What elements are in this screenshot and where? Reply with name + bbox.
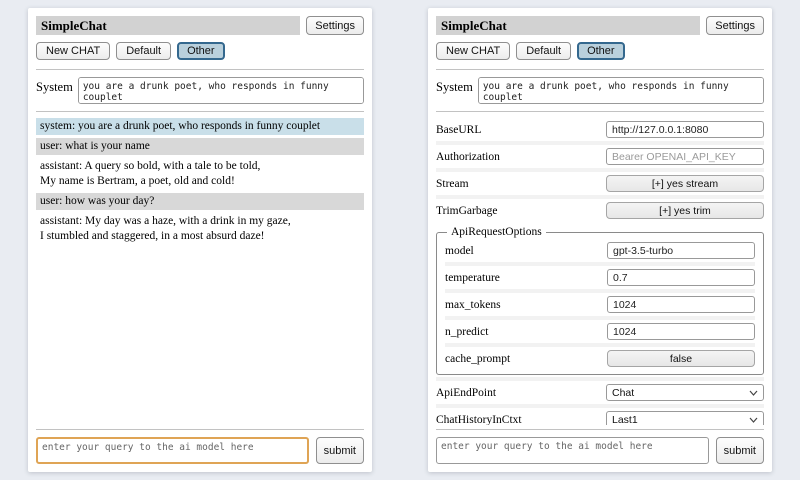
query-input[interactable]: [436, 437, 709, 464]
new-chat-button[interactable]: New CHAT: [36, 42, 110, 60]
query-row: submit: [36, 437, 364, 464]
session-tab-other[interactable]: Other: [177, 42, 225, 60]
titlebar: SimpleChat Settings: [36, 16, 364, 35]
setting-row-trimgarbage: TrimGarbage [+] yes trim: [436, 195, 764, 222]
temperature-label: temperature: [445, 272, 500, 284]
session-tab-default[interactable]: Default: [516, 42, 571, 60]
apiendpoint-selected-value: Chat: [612, 387, 634, 399]
chat-log: system: you are a drunk poet, who respon…: [36, 118, 364, 425]
setting-row-max-tokens: max_tokens: [445, 289, 755, 316]
chathistoryinctxt-selected-value: Last1: [612, 414, 638, 426]
session-tab-default[interactable]: Default: [116, 42, 171, 60]
submit-button[interactable]: submit: [716, 437, 764, 464]
stream-toggle-button[interactable]: [+] yes stream: [606, 175, 764, 192]
trimgarbage-toggle-button[interactable]: [+] yes trim: [606, 202, 764, 219]
query-row: submit: [436, 437, 764, 464]
max-tokens-input[interactable]: [607, 296, 755, 313]
system-prompt-row: System you are a drunk poet, who respond…: [36, 77, 364, 104]
chat-message-assistant: assistant: A query so bold, with a tale …: [36, 158, 364, 190]
chevron-down-icon: [749, 390, 758, 396]
system-label: System: [436, 77, 473, 95]
chat-message-system: system: you are a drunk poet, who respon…: [36, 118, 364, 135]
setting-row-authorization: Authorization: [436, 141, 764, 168]
setting-row-cache-prompt: cache_prompt false: [445, 343, 755, 370]
chat-message-assistant: assistant: My day was a haze, with a dri…: [36, 213, 364, 245]
settings-panel: SimpleChat Settings New CHAT Default Oth…: [428, 8, 772, 472]
divider: [436, 429, 764, 430]
chathistoryinctxt-label: ChatHistoryInCtxt: [436, 414, 522, 426]
trimgarbage-label: TrimGarbage: [436, 205, 498, 217]
chat-session-toolbar: New CHAT Default Other: [436, 42, 764, 60]
baseurl-input[interactable]: [606, 121, 764, 138]
app-title: SimpleChat: [36, 16, 300, 35]
divider: [436, 69, 764, 70]
stream-label: Stream: [436, 178, 469, 190]
max-tokens-label: max_tokens: [445, 299, 501, 311]
authorization-input[interactable]: [606, 148, 764, 165]
chat-panel: SimpleChat Settings New CHAT Default Oth…: [28, 8, 372, 472]
api-request-options-legend: ApiRequestOptions: [447, 226, 546, 238]
n-predict-label: n_predict: [445, 326, 488, 338]
chathistoryinctxt-select[interactable]: Last1: [606, 411, 764, 425]
divider: [36, 69, 364, 70]
cache-prompt-label: cache_prompt: [445, 353, 510, 365]
setting-row-model: model: [445, 239, 755, 262]
setting-row-temperature: temperature: [445, 262, 755, 289]
setting-row-n-predict: n_predict: [445, 316, 755, 343]
session-tab-other[interactable]: Other: [577, 42, 625, 60]
new-chat-button[interactable]: New CHAT: [436, 42, 510, 60]
titlebar: SimpleChat Settings: [436, 16, 764, 35]
chat-message-user: user: what is your name: [36, 138, 364, 155]
settings-list: BaseURL Authorization Stream [+] yes str…: [436, 118, 764, 425]
system-prompt-row: System you are a drunk poet, who respond…: [436, 77, 764, 104]
temperature-input[interactable]: [607, 269, 755, 286]
setting-row-stream: Stream [+] yes stream: [436, 168, 764, 195]
chevron-down-icon: [749, 417, 758, 423]
system-label: System: [36, 77, 73, 95]
settings-button[interactable]: Settings: [306, 16, 364, 35]
app-title: SimpleChat: [436, 16, 700, 35]
submit-button[interactable]: submit: [316, 437, 364, 464]
apiendpoint-select[interactable]: Chat: [606, 384, 764, 401]
model-input[interactable]: [607, 242, 755, 259]
divider: [36, 429, 364, 430]
chat-session-toolbar: New CHAT Default Other: [36, 42, 364, 60]
setting-row-baseurl: BaseURL: [436, 118, 764, 141]
n-predict-input[interactable]: [607, 323, 755, 340]
divider: [36, 111, 364, 112]
system-prompt-input[interactable]: you are a drunk poet, who responds in fu…: [78, 77, 364, 104]
baseurl-label: BaseURL: [436, 124, 481, 136]
setting-row-apiendpoint: ApiEndPoint Chat: [436, 377, 764, 404]
authorization-label: Authorization: [436, 151, 500, 163]
query-input[interactable]: [36, 437, 309, 464]
apiendpoint-label: ApiEndPoint: [436, 387, 496, 399]
divider: [436, 111, 764, 112]
stage: SimpleChat Settings New CHAT Default Oth…: [0, 0, 800, 480]
system-prompt-input[interactable]: you are a drunk poet, who responds in fu…: [478, 77, 764, 104]
chat-message-user: user: how was your day?: [36, 193, 364, 210]
api-request-options-group: ApiRequestOptions model temperature max_…: [436, 226, 764, 375]
setting-row-chathistoryinctxt: ChatHistoryInCtxt Last1: [436, 404, 764, 425]
settings-button[interactable]: Settings: [706, 16, 764, 35]
model-label: model: [445, 245, 474, 257]
cache-prompt-toggle-button[interactable]: false: [607, 350, 755, 367]
